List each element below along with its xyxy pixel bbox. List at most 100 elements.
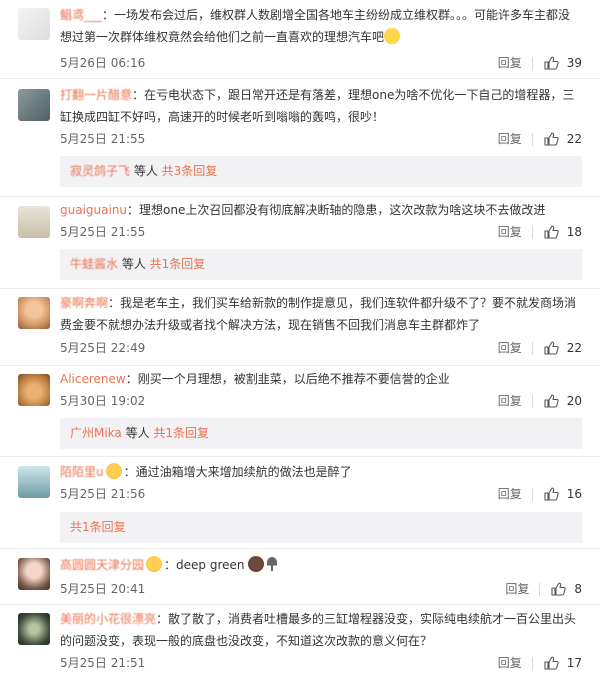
divider bbox=[531, 56, 533, 70]
like-count: 39 bbox=[566, 56, 582, 70]
avatar[interactable] bbox=[18, 206, 50, 238]
avatar[interactable] bbox=[18, 89, 50, 121]
divider bbox=[539, 582, 541, 596]
like-count: 20 bbox=[566, 394, 582, 408]
comment-text: 陌陌里u ：通过油箱增大来增加续航的做法也是醉了 bbox=[60, 461, 582, 483]
comment-username[interactable]: Alicerenew bbox=[60, 372, 126, 386]
thumbs-up-icon bbox=[551, 582, 567, 596]
sub-reply-mid: 等人 bbox=[121, 426, 154, 440]
comment-content: ：一场发布会过后，维权群人数剧增全国各地车主纷纷成立维权群。。。可能许多车主都没… bbox=[60, 8, 571, 44]
like-button[interactable]: 17 bbox=[543, 654, 582, 672]
divider bbox=[531, 225, 533, 239]
face-emoji-icon bbox=[247, 556, 264, 572]
like-button[interactable]: 39 bbox=[543, 54, 582, 72]
reply-button[interactable]: 回复 bbox=[498, 654, 522, 672]
reply-button[interactable]: 回复 bbox=[498, 485, 522, 503]
sub-reply-summary[interactable]: 共1条回复 bbox=[60, 512, 582, 543]
like-count: 18 bbox=[566, 225, 582, 239]
sub-reply-summary[interactable]: 寂灵鸽子飞 等人 共3条回复 bbox=[60, 156, 582, 187]
comment-time: 5月26日 06:16 bbox=[60, 56, 146, 70]
like-button[interactable]: 20 bbox=[543, 392, 582, 410]
avatar[interactable] bbox=[18, 466, 50, 498]
comment-username[interactable]: 美丽的小花很漂亮 bbox=[60, 612, 156, 626]
divider bbox=[531, 132, 533, 146]
comment-content: ：我是老车主，我们买车给新款的制作提意见，我们连软件都升级不了？要不就发商场消费… bbox=[60, 296, 577, 332]
comment-text: Alicerenew：刚买一个月理想，被割韭菜，以后绝不推荐不要信誉的企业 bbox=[60, 368, 582, 390]
like-button[interactable]: 8 bbox=[550, 580, 582, 598]
comment-username[interactable]: 陌陌里u bbox=[60, 465, 104, 479]
like-count: 22 bbox=[566, 132, 582, 146]
comment-time: 5月30日 19:02 bbox=[60, 394, 146, 408]
comment-content: ：通过油箱增大来增加续航的做法也是醉了 bbox=[123, 465, 352, 479]
comment-username[interactable]: 打翻一片醋意 bbox=[60, 88, 132, 102]
thumbs-up-icon bbox=[544, 487, 559, 501]
comment-content: ：在亏电状态下，跟日常开还是有落差，理想one为啥不优化一下自己的增程器，三缸换… bbox=[60, 88, 575, 124]
sub-reply-total-link[interactable]: 共3条回复 bbox=[162, 164, 218, 178]
sub-reply-mid: 等人 bbox=[130, 164, 162, 178]
reply-button[interactable]: 回复 bbox=[498, 392, 522, 410]
thumbs-up-icon bbox=[544, 341, 559, 355]
comment-item: 美丽的小花很漂亮：散了散了，消费者吐槽最多的三缸增程器没变，实际纯电续航才一百公… bbox=[0, 605, 600, 674]
comment-content: ：理想one上次召回都没有彻底解决断轴的隐患，这次改款为啥这块不去做改进 bbox=[127, 203, 546, 217]
divider bbox=[531, 656, 533, 670]
thumbs-up-icon bbox=[544, 656, 559, 670]
like-button[interactable]: 22 bbox=[543, 130, 582, 148]
avatar[interactable] bbox=[18, 558, 50, 590]
avatar[interactable] bbox=[18, 297, 50, 329]
sub-reply-user[interactable]: 广州Mika bbox=[70, 426, 122, 440]
comment-text: 美丽的小花很漂亮：散了散了，消费者吐槽最多的三缸增程器没变，实际纯电续航才一百公… bbox=[60, 608, 582, 652]
avatar[interactable] bbox=[18, 8, 50, 40]
comment-username[interactable]: 鲳鸢___ bbox=[60, 8, 102, 22]
comment-text: guaiguainu：理想one上次召回都没有彻底解决断轴的隐患，这次改款为啥这… bbox=[60, 199, 582, 221]
reply-button[interactable]: 回复 bbox=[498, 339, 522, 357]
like-button[interactable]: 18 bbox=[543, 223, 582, 241]
reply-button[interactable]: 回复 bbox=[505, 580, 529, 598]
sub-reply-summary[interactable]: 广州Mika 等人 共1条回复 bbox=[60, 418, 582, 449]
divider bbox=[531, 394, 533, 408]
avatar[interactable] bbox=[18, 374, 50, 406]
comment-item: 鲳鸢___：一场发布会过后，维权群人数剧增全国各地车主纷纷成立维权群。。。可能许… bbox=[0, 0, 600, 78]
reply-button[interactable]: 回复 bbox=[498, 54, 522, 72]
sub-reply-total-link[interactable]: 共1条回复 bbox=[150, 257, 206, 271]
sub-reply-summary[interactable]: 牛蛙酱水 等人 共1条回复 bbox=[60, 249, 582, 280]
comment-item: Alicerenew：刚买一个月理想，被割韭菜，以后绝不推荐不要信誉的企业 5月… bbox=[0, 366, 600, 456]
comment-time: 5月25日 21:56 bbox=[60, 487, 146, 501]
comment-time: 5月25日 20:41 bbox=[60, 582, 146, 596]
comment-item: 陌陌里u ：通过油箱增大来增加续航的做法也是醉了 5月25日 21:56 回复 1… bbox=[0, 457, 600, 548]
thumbs-up-icon bbox=[544, 132, 559, 146]
comment-time: 5月25日 22:49 bbox=[60, 341, 146, 355]
reply-button[interactable]: 回复 bbox=[498, 223, 522, 241]
comment-text: 高圆圆天津分园 ：deep green bbox=[60, 554, 582, 576]
comment-username[interactable]: 高圆圆天津分园 bbox=[60, 558, 144, 572]
comment-time: 5月25日 21:55 bbox=[60, 225, 146, 239]
comment-text: 打翻一片醋意：在亏电状态下，跟日常开还是有落差，理想one为啥不优化一下自己的增… bbox=[60, 84, 582, 128]
like-count: 17 bbox=[566, 656, 582, 670]
like-count: 22 bbox=[566, 341, 582, 355]
comment-item: 豪啊奔啊：我是老车主，我们买车给新款的制作提意见，我们连软件都升级不了？要不就发… bbox=[0, 289, 600, 365]
like-count: 16 bbox=[566, 487, 582, 501]
avatar[interactable] bbox=[18, 613, 50, 645]
comment-text: 鲳鸢___：一场发布会过后，维权群人数剧增全国各地车主纷纷成立维权群。。。可能许… bbox=[60, 4, 582, 48]
comment-item: guaiguainu：理想one上次召回都没有彻底解决断轴的隐患，这次改款为啥这… bbox=[0, 197, 600, 288]
comment-text: 豪啊奔啊：我是老车主，我们买车给新款的制作提意见，我们连软件都升级不了？要不就发… bbox=[60, 292, 582, 336]
sub-reply-total-link[interactable]: 共1条回复 bbox=[70, 520, 126, 534]
divider bbox=[531, 341, 533, 355]
like-count: 8 bbox=[574, 582, 582, 596]
thumbs-up-icon bbox=[544, 225, 559, 239]
thumbs-up-icon bbox=[544, 56, 559, 70]
microphone-emoji-icon bbox=[266, 557, 277, 571]
comment-username[interactable]: 豪啊奔啊 bbox=[60, 296, 108, 310]
comment-content: ：deep green bbox=[164, 558, 245, 572]
divider bbox=[531, 487, 533, 501]
sub-reply-user[interactable]: 寂灵鸽子飞 bbox=[70, 164, 130, 178]
comment-username[interactable]: guaiguainu bbox=[60, 203, 127, 217]
comment-time: 5月25日 21:51 bbox=[60, 656, 146, 670]
like-button[interactable]: 16 bbox=[543, 485, 582, 503]
reply-button[interactable]: 回复 bbox=[498, 130, 522, 148]
thumbs-up-icon bbox=[544, 394, 559, 408]
comment-time: 5月25日 21:55 bbox=[60, 132, 146, 146]
like-button[interactable]: 22 bbox=[543, 339, 582, 357]
sub-reply-total-link[interactable]: 共1条回复 bbox=[153, 426, 209, 440]
sub-reply-mid: 等人 bbox=[118, 257, 150, 271]
sub-reply-user[interactable]: 牛蛙酱水 bbox=[70, 257, 118, 271]
